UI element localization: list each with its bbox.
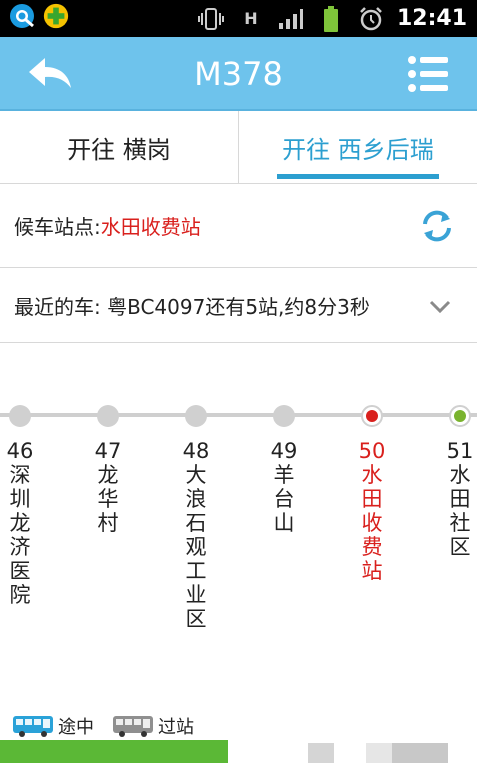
- expand-button[interactable]: [425, 292, 455, 320]
- waiting-station-label: 候车站点:: [14, 215, 101, 239]
- legend-passed-label: 过站: [158, 717, 194, 738]
- network-type-icon: H: [244, 9, 258, 28]
- status-bar: H 12:41: [0, 0, 477, 37]
- alarm-icon: [357, 6, 385, 32]
- list-menu-icon: [408, 56, 448, 92]
- stop-name: 水田收费站: [361, 463, 383, 583]
- legend-en-route-label: 途中: [58, 717, 94, 738]
- stop-marker-next[interactable]: [449, 405, 471, 427]
- bus-en-route-icon: [13, 716, 53, 737]
- legend: 途中 过站: [12, 710, 194, 742]
- menu-button[interactable]: [405, 51, 451, 97]
- legend-passed: 过站: [112, 713, 194, 739]
- stop-label[interactable]: 46 深圳龙济医院: [4, 439, 36, 607]
- stop-name: 水田社区: [449, 463, 471, 559]
- chevron-down-icon: [429, 300, 451, 314]
- stop-label[interactable]: 48 大浪石观工业区: [180, 439, 212, 631]
- nearest-bus-text: 最近的车: 粤BC4097还有5站,约8分3秒: [14, 294, 370, 319]
- waiting-station-row: 候车站点: 水田收费站: [0, 184, 477, 268]
- stop-name: 龙华村: [97, 463, 119, 535]
- stop-number: 48: [182, 439, 210, 463]
- bottom-block: [366, 743, 392, 763]
- waiting-station-name[interactable]: 水田收费站: [101, 211, 201, 240]
- qq-browser-icon: [8, 3, 36, 29]
- bottom-bar-green: [0, 740, 228, 763]
- stop-label[interactable]: 47 龙华村: [92, 439, 124, 535]
- stop-marker[interactable]: [9, 405, 31, 427]
- direction-tabs: 开往 横岗 开往 西乡后瑞: [0, 111, 477, 184]
- bottom-strip: [0, 740, 477, 763]
- stop-marker[interactable]: [97, 405, 119, 427]
- bus-passed-icon: [113, 716, 153, 737]
- stop-marker-current[interactable]: [361, 405, 383, 427]
- legend-en-route: 途中: [12, 713, 94, 739]
- stop-label-current[interactable]: 50 水田收费站: [356, 439, 388, 583]
- stop-label[interactable]: 51 水田社区: [444, 439, 476, 559]
- bottom-block: [308, 743, 334, 763]
- tab-direction-henggang[interactable]: 开往 横岗: [0, 111, 238, 183]
- stop-number: 47: [94, 439, 122, 463]
- refresh-icon: [423, 210, 451, 242]
- route-map: 46 深圳龙济医院 47 龙华村 48 大浪石观工业区 49 羊台山 50 水田…: [0, 343, 477, 703]
- nearest-bus-row[interactable]: 最近的车: 粤BC4097还有5站,约8分3秒: [0, 268, 477, 343]
- route-line: [0, 413, 477, 417]
- stop-name: 羊台山: [273, 463, 295, 535]
- stop-number: 51: [446, 439, 474, 463]
- tab-direction-xixiang-hourui[interactable]: 开往 西乡后瑞: [238, 111, 477, 183]
- stop-number: 49: [270, 439, 298, 463]
- stop-number: 46: [6, 439, 34, 463]
- stop-marker[interactable]: [273, 405, 295, 427]
- stop-label[interactable]: 49 羊台山: [268, 439, 300, 535]
- stop-number: 50: [358, 439, 386, 463]
- status-time: 12:41: [396, 6, 467, 31]
- bottom-block: [392, 743, 448, 763]
- refresh-button[interactable]: [417, 206, 457, 246]
- app-header: M378: [0, 37, 477, 111]
- security-icon: [42, 3, 70, 29]
- vibrate-icon: [197, 6, 225, 32]
- stop-marker[interactable]: [185, 405, 207, 427]
- battery-icon: [317, 5, 345, 32]
- stop-name: 深圳龙济医院: [9, 463, 31, 607]
- stop-name: 大浪石观工业区: [185, 463, 207, 631]
- signal-icon: [277, 6, 305, 32]
